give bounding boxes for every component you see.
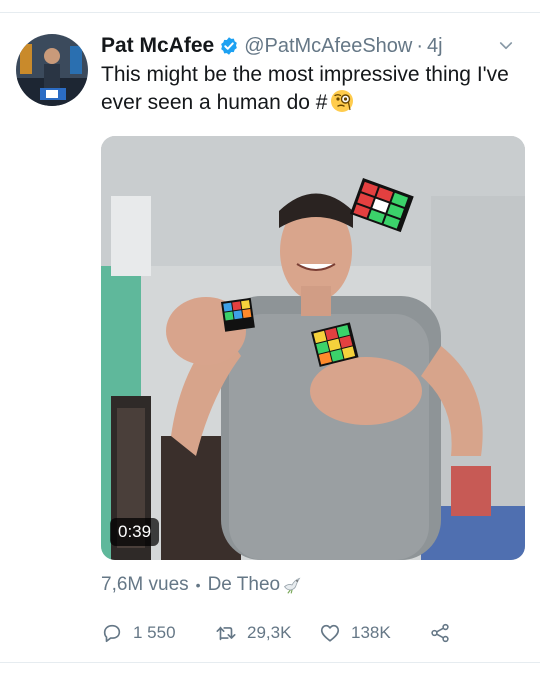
author-name[interactable]: Pat McAfee [101, 34, 214, 58]
dove-emoji [284, 577, 301, 594]
avatar[interactable] [16, 34, 88, 106]
reply-button[interactable]: 1 550 [101, 620, 176, 646]
tweet-header: Pat McAfee @PatMcAfeeShow · 4j [101, 31, 521, 61]
chevron-down-icon[interactable] [497, 37, 515, 55]
author-handle[interactable]: @PatMcAfeeShow [244, 35, 412, 58]
like-button[interactable]: 138K [319, 620, 391, 646]
like-count: 138K [351, 623, 391, 642]
share-icon [431, 623, 449, 643]
reply-icon [103, 624, 121, 643]
meta-separator: • [195, 577, 201, 593]
avatar-image [16, 34, 88, 106]
face-with-monocle-emoji [330, 90, 353, 112]
tweet-text-content: This might be the most impressive thing … [101, 63, 509, 114]
bottom-divider [0, 662, 540, 663]
share-button[interactable] [429, 620, 461, 646]
tweet-actions: 1 550 29,3K 138K [101, 620, 521, 646]
retweet-count: 29,3K [247, 623, 292, 642]
tweet-time[interactable]: 4j [427, 35, 443, 58]
top-divider [0, 12, 540, 13]
header-separator: · [416, 34, 424, 57]
video-thumbnail [101, 136, 525, 560]
like-icon [320, 624, 340, 642]
retweet-button[interactable]: 29,3K [215, 620, 291, 646]
tweet-text: This might be the most impressive thing … [101, 61, 521, 117]
tweet-meta: 7,6M vues • De Theo [101, 574, 302, 596]
view-count: 7,6M vues [101, 574, 189, 595]
reply-count: 1 550 [133, 623, 176, 642]
retweet-icon [216, 626, 236, 641]
video-source[interactable]: De Theo [208, 574, 281, 596]
video-duration-badge: 0:39 [110, 518, 160, 546]
video-player[interactable] [101, 136, 525, 560]
verified-badge-icon [221, 37, 238, 55]
